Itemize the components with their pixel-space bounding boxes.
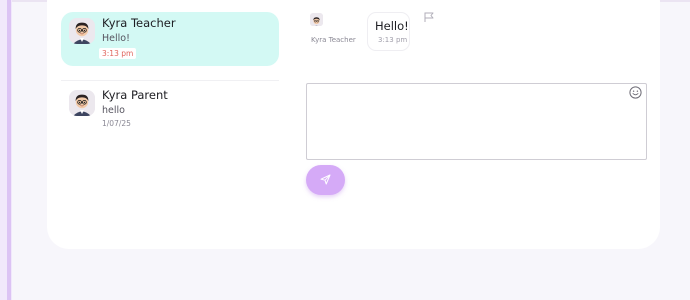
conversation-name: Kyra Parent: [102, 88, 168, 102]
conversation-time: 3:13 pm: [99, 48, 137, 59]
left-rail-accent: [7, 0, 11, 300]
conversation-last-message: hello: [102, 105, 125, 116]
send-icon: [320, 174, 331, 185]
message-input[interactable]: [306, 83, 647, 160]
avatar-icon: [69, 18, 95, 44]
conversation-item-kyra-parent[interactable]: Kyra Parent hello 1/07/25: [61, 84, 279, 138]
message-time: 3:13 pm: [378, 36, 408, 44]
conversation-divider: [61, 80, 279, 81]
sender-avatar-icon: [310, 13, 323, 26]
avatar-icon: [69, 90, 95, 116]
conversation-time: 1/07/25: [102, 119, 131, 128]
message-sender-name: Kyra Teacher: [311, 36, 356, 44]
conversation-name: Kyra Teacher: [102, 16, 176, 30]
message-text: Hello!: [375, 19, 409, 33]
message-bubble: Hello! 3:13 pm: [367, 12, 410, 51]
send-button[interactable]: [306, 165, 345, 195]
conversation-last-message: Hello!: [102, 33, 130, 44]
flag-icon[interactable]: [423, 11, 435, 23]
conversation-item-kyra-teacher[interactable]: Kyra Teacher Hello! 3:13 pm: [61, 12, 279, 66]
emoji-icon[interactable]: [629, 86, 642, 99]
